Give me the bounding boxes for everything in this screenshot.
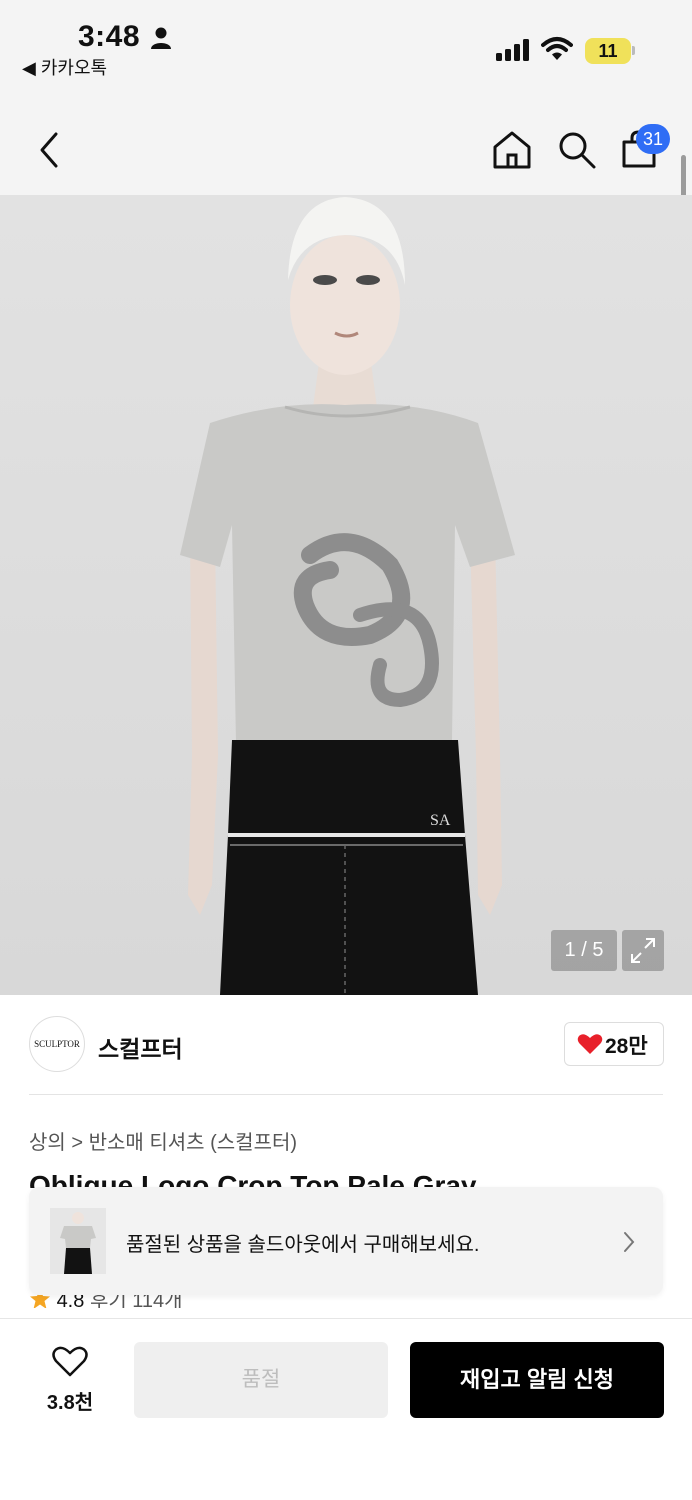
breadcrumb[interactable]: 상의 > 반소매 티셔츠 (스컬프터) <box>29 1126 297 1155</box>
divider <box>29 1094 663 1095</box>
expand-button[interactable] <box>622 930 664 971</box>
battery-nub <box>632 46 635 55</box>
brand-name[interactable]: 스컬프터 <box>98 1030 183 1064</box>
soldout-banner-text: 품절된 상품을 솔드아웃에서 구매해보세요. <box>126 1234 480 1256</box>
signal-icon <box>496 39 529 61</box>
product-title: Oblique Logo Crop Top Pale Gray <box>29 1170 477 1188</box>
search-icon[interactable] <box>555 128 599 172</box>
back-to-app-link[interactable]: ◀ 카카오톡 <box>22 54 107 80</box>
person-icon <box>151 27 171 49</box>
brand-logo[interactable]: SCULPTOR <box>29 1016 85 1072</box>
soldout-button[interactable]: 품절 <box>134 1342 388 1418</box>
back-arrow-icon[interactable] <box>30 128 70 172</box>
status-time: 3:48 <box>78 20 141 53</box>
wifi-icon <box>541 37 573 60</box>
chevron-right-icon <box>624 1232 635 1252</box>
brand-like-count: 28만 <box>605 1035 648 1058</box>
cart-count-badge: 31 <box>636 124 670 154</box>
restock-alert-button[interactable]: 재입고 알림 신청 <box>410 1342 664 1418</box>
heart-filled-icon <box>577 1034 603 1054</box>
heart-outline-icon[interactable] <box>52 1346 88 1378</box>
svg-text:SA: SA <box>430 812 451 829</box>
wish-count: 3.8천 <box>46 1392 94 1414</box>
expand-icon <box>631 938 655 963</box>
banner-thumbnail <box>50 1208 106 1274</box>
home-icon[interactable] <box>490 128 534 172</box>
battery-indicator: 11 <box>585 38 631 64</box>
product-image[interactable]: SA <box>0 195 692 995</box>
bottom-bar-divider <box>0 1318 692 1319</box>
gallery-page-indicator: 1 / 5 <box>551 930 617 971</box>
